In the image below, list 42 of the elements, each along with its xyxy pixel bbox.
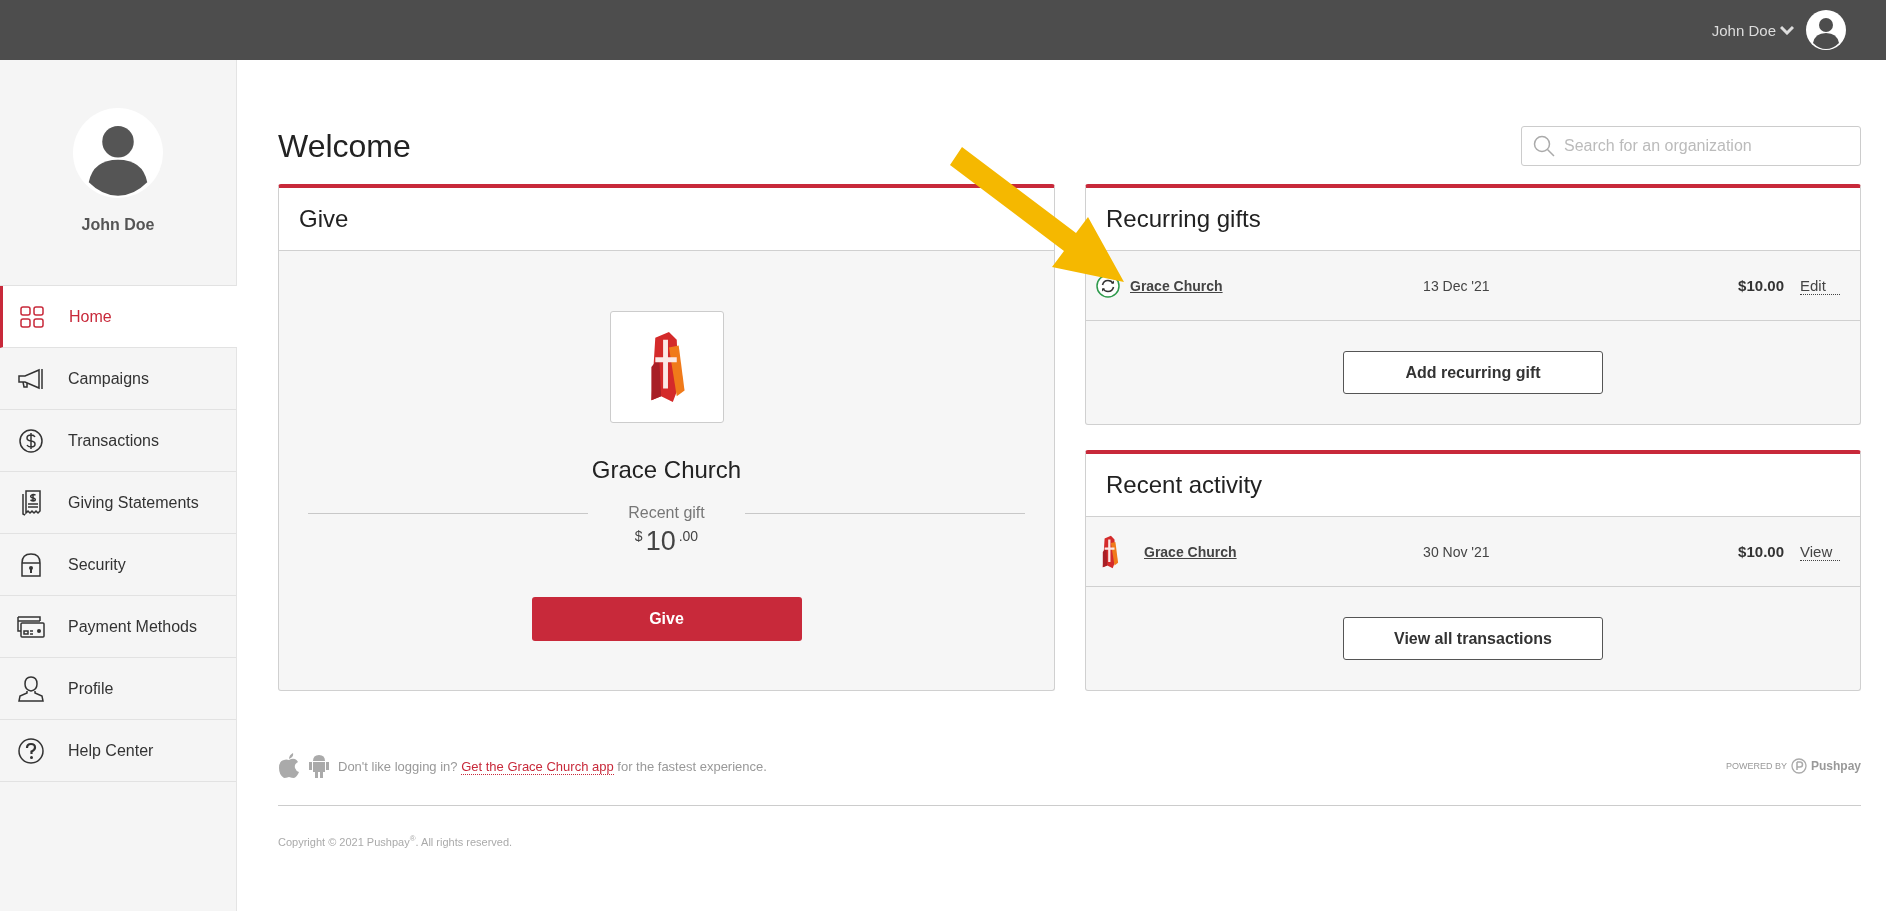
help-icon — [18, 737, 44, 764]
user-avatar-icon — [73, 108, 163, 198]
brand-logo-icon — [1791, 758, 1807, 774]
give-button[interactable]: Give — [531, 597, 802, 641]
card-title: Recent activity — [1086, 454, 1860, 517]
gift-date: 13 Dec '21 — [1423, 277, 1491, 294]
card-title: Give — [279, 188, 1054, 251]
powered-by-label: POWERED BY — [1725, 761, 1787, 771]
gift-date: 30 Nov '21 — [1423, 543, 1491, 560]
account-menu-name[interactable]: John Doe — [1711, 21, 1776, 39]
row-action-link[interactable]: View — [1800, 542, 1840, 561]
megaphone-icon — [17, 367, 45, 390]
dollar-circle-icon — [19, 428, 43, 453]
search-icon — [1533, 135, 1555, 157]
organization-link[interactable]: Grace Church — [1144, 543, 1237, 560]
organization-link[interactable]: Grace Church — [1130, 277, 1223, 294]
gift-amount: $10.00 — [1738, 543, 1784, 560]
grid-icon — [20, 305, 44, 328]
get-app-link[interactable]: Get the Grace Church app — [461, 758, 614, 775]
add-recurring-gift-button[interactable]: Add recurring gift — [1343, 351, 1603, 394]
person-icon — [18, 675, 44, 702]
search-field[interactable]: Search for an organization — [1521, 126, 1861, 166]
amount-whole: 10 — [645, 526, 676, 557]
lock-icon — [20, 552, 42, 577]
user-name: John Doe — [81, 216, 155, 234]
currency-symbol: $ — [634, 528, 643, 544]
view-all-transactions-button[interactable]: View all transactions — [1343, 617, 1603, 660]
account-avatar-icon[interactable] — [1806, 10, 1846, 50]
row-action-link[interactable]: Edit — [1800, 276, 1840, 295]
amount-cents: .00 — [678, 528, 699, 544]
nav-item[interactable]: Home — [0, 286, 237, 348]
credit-cards-icon — [17, 615, 45, 638]
copyright-text: Copyright © 2021 Pushpay$^{®}$. All rights reserved. — [278, 834, 514, 848]
gift-amount: $10.00 — [1738, 277, 1784, 294]
card-title: Recurring gifts — [1086, 188, 1860, 251]
chevron-down-icon[interactable] — [1780, 25, 1794, 35]
recent-gift-label: Recent gift — [628, 504, 705, 522]
receipt-icon — [20, 489, 42, 516]
page-title: Welcome — [278, 127, 411, 165]
organization-name: Grace Church — [591, 456, 742, 484]
app-prompt: Don't like logging in? Get the Grace Church app for the fastest experience. — [338, 758, 767, 774]
brand-name: Pushpay — [1811, 759, 1861, 773]
